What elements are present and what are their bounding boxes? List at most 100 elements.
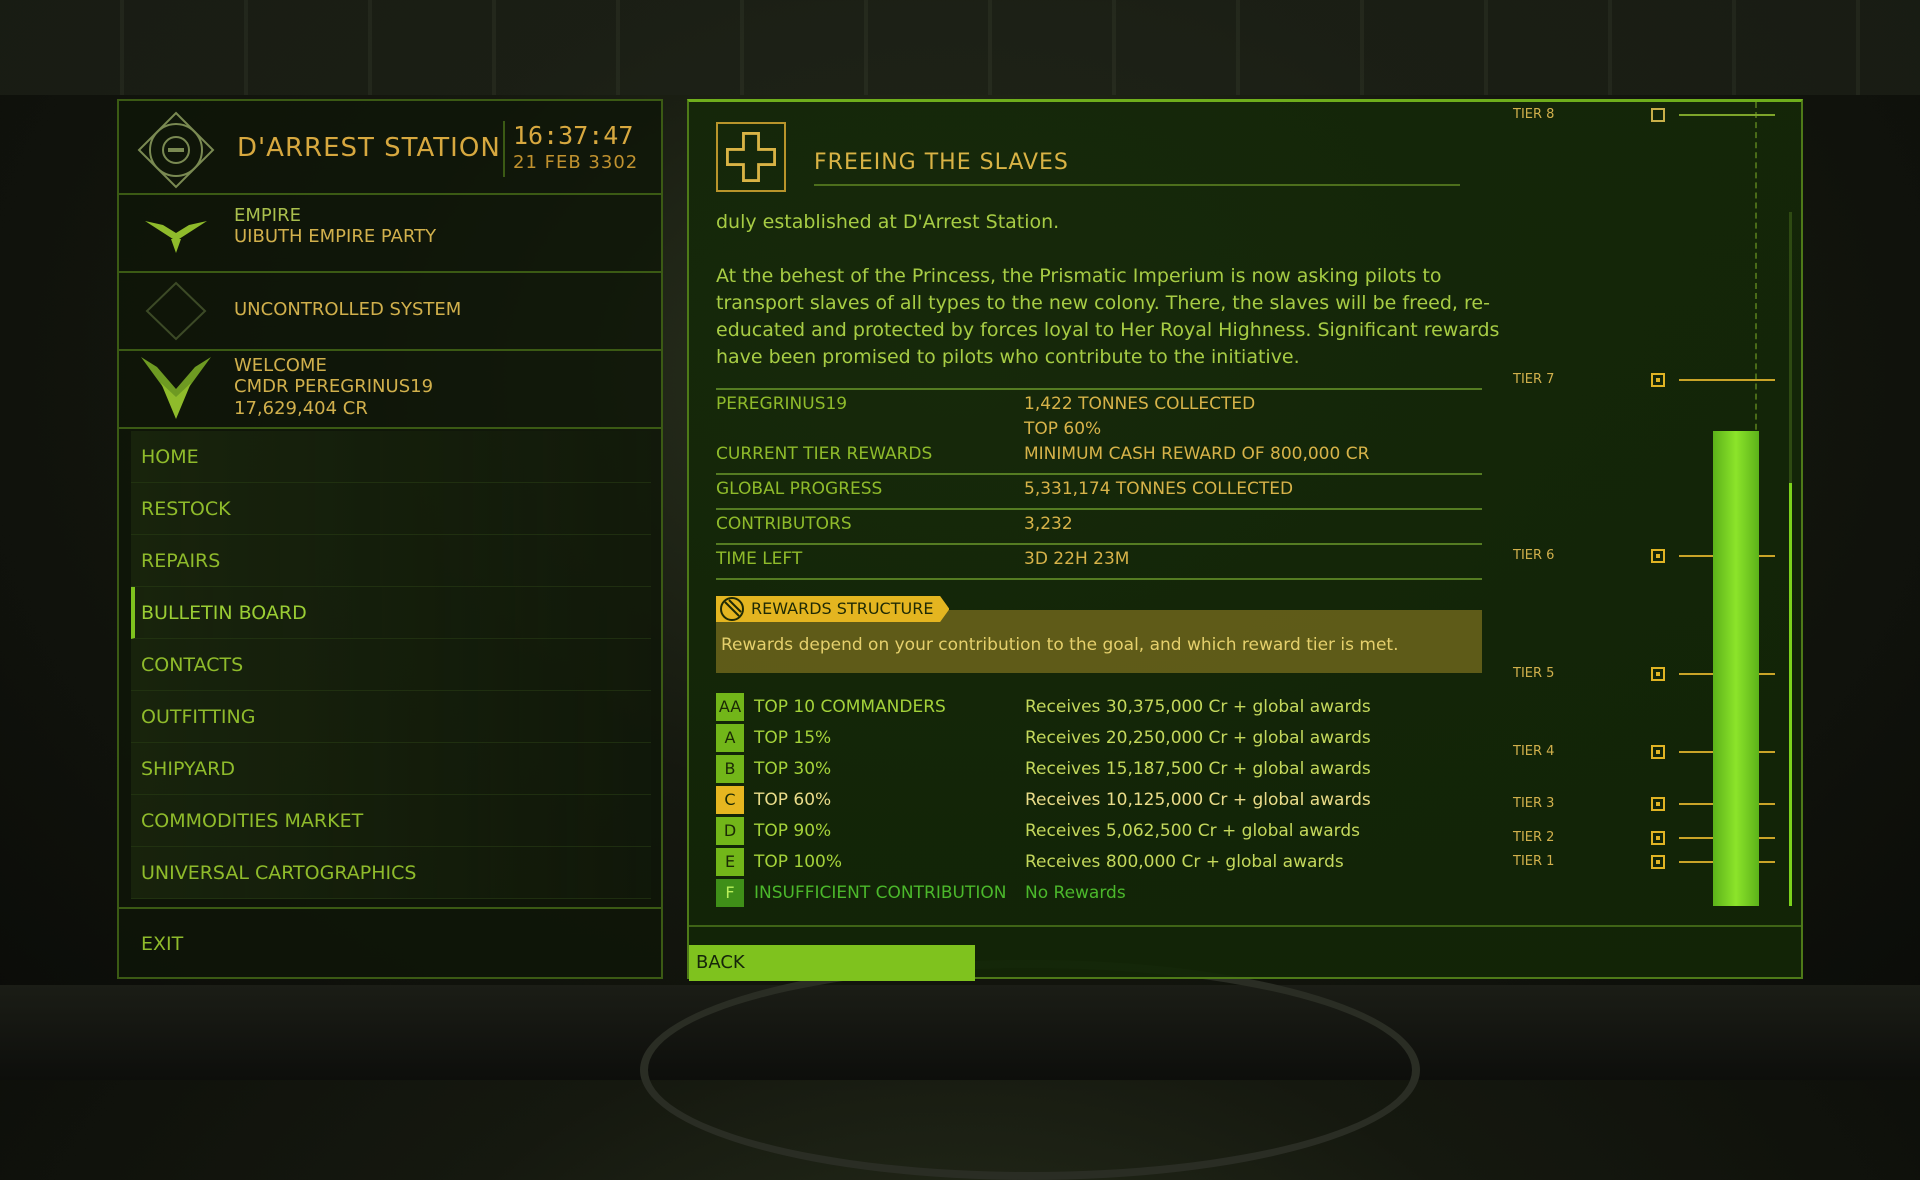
tier-name: TOP 15% (754, 728, 832, 748)
tier-label-1: TIER 1 (1513, 854, 1555, 869)
tier-label-7: TIER 7 (1513, 372, 1555, 387)
stat-row-time-left: TIME LEFT 3D 22H 23M (716, 543, 1482, 580)
credits-balance: 17,629,404 CR (234, 398, 368, 419)
station-header: D'ARREST STATION 16:37:47 21 FEB 3302 (119, 101, 661, 195)
clock-divider (503, 121, 505, 177)
stat-value-time-left: 3D 22H 23M (1024, 549, 1130, 569)
tier-name: TOP 60% (754, 790, 832, 810)
tier-row: D TOP 90% Receives 5,062,500 Cr + global… (716, 816, 1496, 847)
stat-value-player-rank: TOP 60% (1024, 419, 1102, 439)
goal-stats: PEREGRINUS19 1,422 TONNES COLLECTED TOP … (716, 388, 1482, 580)
tier-reward: Receives 800,000 Cr + global awards (1025, 852, 1344, 872)
tier-5-marker-icon (1651, 667, 1665, 681)
tier-reward: Receives 30,375,000 Cr + global awards (1025, 697, 1371, 717)
reward-tier-table: AA TOP 10 COMMANDERS Receives 30,375,000… (716, 692, 1496, 909)
exit-button[interactable]: EXIT (141, 933, 183, 955)
scroll-rail-fill (1789, 482, 1792, 906)
tier-reward: Receives 5,062,500 Cr + global awards (1025, 821, 1360, 841)
clock-date: 21 FEB 3302 (513, 152, 639, 173)
tier-7-marker-icon (1651, 373, 1665, 387)
mission-title: FREEING THE SLAVES (814, 150, 1069, 175)
stat-row-player: PEREGRINUS19 1,422 TONNES COLLECTED TOP … (716, 388, 1482, 440)
services-menu: HOME RESTOCK REPAIRS BULLETIN BOARD CONT… (131, 431, 651, 899)
empire-eagle-icon (145, 221, 207, 253)
title-underline (814, 184, 1460, 186)
mission-description: At the behest of the Princess, the Prism… (716, 265, 1500, 368)
stat-label-time-left: TIME LEFT (716, 549, 803, 569)
grade-badge: E (716, 848, 744, 876)
station-emblem-icon (137, 111, 215, 189)
stat-value-player: 1,422 TONNES COLLECTED (1024, 394, 1256, 414)
stat-label-contributors: CONTRIBUTORS (716, 514, 852, 534)
back-button[interactable]: BACK (689, 945, 975, 981)
tier-name: TOP 90% (754, 821, 832, 841)
rewards-badge-icon (720, 597, 744, 621)
menu-item-shipyard[interactable]: SHIPYARD (131, 743, 651, 795)
tier-name: TOP 30% (754, 759, 832, 779)
tier-label-5: TIER 5 (1513, 666, 1555, 681)
system-row: UNCONTROLLED SYSTEM (119, 273, 661, 351)
menu-item-contacts[interactable]: CONTACTS (131, 639, 651, 691)
stat-value-contributors: 3,232 (1024, 514, 1073, 534)
tier-reward: Receives 10,125,000 Cr + global awards (1025, 790, 1371, 810)
tier-name: TOP 10 COMMANDERS (754, 697, 946, 717)
tier-3-marker-icon (1651, 797, 1665, 811)
menu-item-commodities-market[interactable]: COMMODITIES MARKET (131, 795, 651, 847)
stat-value-tier-rewards: MINIMUM CASH REWARD OF 800,000 CR (1024, 444, 1370, 464)
clock-time: 16:37:47 (513, 121, 634, 150)
tier-name: TOP 100% (754, 852, 843, 872)
rank-wings-icon (141, 357, 211, 419)
faction-row: EMPIRE UIBUTH EMPIRE PARTY (119, 195, 661, 273)
tier-label-2: TIER 2 (1513, 830, 1555, 845)
tier-reward: Receives 20,250,000 Cr + global awards (1025, 728, 1371, 748)
tier-row-current: C TOP 60% Receives 10,125,000 Cr + globa… (716, 785, 1496, 816)
tier-row-insufficient: F INSUFFICIENT CONTRIBUTION No Rewards (716, 878, 1496, 909)
grade-badge: AA (716, 693, 744, 721)
stat-row-global-progress: GLOBAL PROGRESS 5,331,174 TONNES COLLECT… (716, 473, 1482, 508)
tier-row: B TOP 30% Receives 15,187,500 Cr + globa… (716, 754, 1496, 785)
menu-item-home[interactable]: HOME (131, 431, 651, 483)
system-status: UNCONTROLLED SYSTEM (234, 299, 462, 320)
global-progress-fill (1713, 431, 1759, 906)
mission-intro: duly established at D'Arrest Station. (716, 211, 1060, 233)
menu-item-restock[interactable]: RESTOCK (131, 483, 651, 535)
background-landing-pad (640, 960, 1420, 1180)
tier-1-marker-icon (1651, 855, 1665, 869)
tier-label-8: TIER 8 (1513, 107, 1555, 122)
scroll-rail[interactable] (1789, 212, 1792, 906)
station-name: D'ARREST STATION (237, 133, 501, 163)
menu-item-bulletin-board[interactable]: BULLETIN BOARD (131, 587, 651, 639)
rewards-description: Rewards depend on your contribution to t… (721, 635, 1399, 655)
footer-divider (689, 925, 1801, 927)
welcome-label: WELCOME (234, 355, 327, 376)
tier-label-4: TIER 4 (1513, 744, 1555, 759)
stat-row-contributors: CONTRIBUTORS 3,232 (716, 508, 1482, 543)
tier-8-tick (1679, 114, 1775, 116)
stat-label-global-progress: GLOBAL PROGRESS (716, 479, 883, 499)
menu-item-repairs[interactable]: REPAIRS (131, 535, 651, 587)
grade-badge: C (716, 786, 744, 814)
tier-4-marker-icon (1651, 745, 1665, 759)
grade-badge: D (716, 817, 744, 845)
menu-item-outfitting[interactable]: OUTFITTING (131, 691, 651, 743)
system-diamond-icon (145, 281, 207, 341)
grade-badge: A (716, 724, 744, 752)
tier-name: INSUFFICIENT CONTRIBUTION (754, 883, 1007, 903)
stat-value-global-progress: 5,331,174 TONNES COLLECTED (1024, 479, 1294, 499)
grade-badge: B (716, 755, 744, 783)
tier-8-bracket-icon (1651, 108, 1665, 122)
tier-6-marker-icon (1651, 549, 1665, 563)
faction-name: UIBUTH EMPIRE PARTY (234, 226, 437, 247)
menu-item-universal-cartographics[interactable]: UNIVERSAL CARTOGRAPHICS (131, 847, 651, 899)
tier-label-6: TIER 6 (1513, 548, 1555, 563)
tier-row: A TOP 15% Receives 20,250,000 Cr + globa… (716, 723, 1496, 754)
stat-label-player: PEREGRINUS19 (716, 394, 848, 414)
cross-icon (716, 122, 786, 192)
stat-row-tier-rewards: CURRENT TIER REWARDS MINIMUM CASH REWARD… (716, 440, 1482, 473)
tier-row: E TOP 100% Receives 800,000 Cr + global … (716, 847, 1496, 878)
background-hangar-ceiling (0, 0, 1920, 95)
tier-reward: No Rewards (1025, 883, 1126, 903)
rewards-structure-heading: REWARDS STRUCTURE (716, 596, 950, 622)
commander-name: CMDR PEREGRINUS19 (234, 376, 434, 397)
tier-row: AA TOP 10 COMMANDERS Receives 30,375,000… (716, 692, 1496, 723)
